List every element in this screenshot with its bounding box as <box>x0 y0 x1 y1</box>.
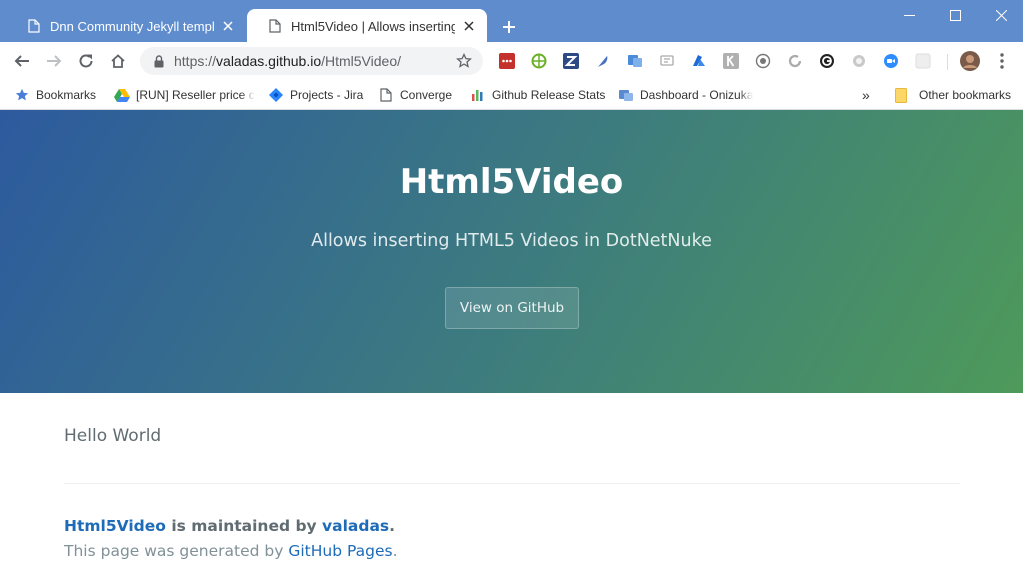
close-window-button[interactable] <box>978 0 1023 30</box>
back-button[interactable] <box>10 49 34 73</box>
bookmark-label: Bookmarks <box>36 88 97 102</box>
refresh-ext-icon[interactable] <box>786 52 804 70</box>
chevron-double-right-icon: » <box>862 87 870 103</box>
reader-icon[interactable] <box>658 52 676 70</box>
bookmark-label: Github Release Stats <box>492 88 606 102</box>
page-header: Html5Video Allows inserting HTML5 Videos… <box>0 110 1023 393</box>
back-arrow-icon <box>14 55 29 67</box>
url-path: /Html5Video/ <box>321 53 402 69</box>
page-icon <box>26 18 42 34</box>
azure-icon[interactable] <box>690 52 708 70</box>
drive-icon <box>114 87 130 103</box>
period: . <box>392 542 398 560</box>
url-host: valadas.github.io <box>216 53 322 69</box>
grammarly-icon[interactable] <box>818 52 836 70</box>
site-footer-credits: This page was generated by GitHub Pages. <box>64 542 398 560</box>
tab-title: Dnn Community Jekyll template <box>50 18 214 34</box>
home-icon <box>111 54 125 68</box>
bookmarks-bar: Bookmarks [RUN] Reseller price c Project… <box>0 80 1023 110</box>
toolbar: https://valadas.github.io/Html5Video/ <box>0 42 1023 80</box>
bookmarks-overflow-button[interactable]: » <box>862 85 870 105</box>
other-bookmarks[interactable]: Other bookmarks <box>893 85 1011 105</box>
tab-dnn-community[interactable]: Dnn Community Jekyll template <box>6 9 246 43</box>
green-globe-icon[interactable] <box>530 52 548 70</box>
k-icon[interactable] <box>722 52 740 70</box>
reload-button[interactable] <box>74 49 98 73</box>
address-bar[interactable]: https://valadas.github.io/Html5Video/ <box>140 47 483 75</box>
toolbar-divider <box>947 54 948 70</box>
footer-divider <box>64 483 960 484</box>
minimize-icon <box>903 14 915 16</box>
project-link[interactable]: Html5Video <box>64 517 166 535</box>
home-button[interactable] <box>106 49 130 73</box>
dashboard-icon <box>618 87 634 103</box>
reload-icon <box>79 54 93 68</box>
star-icon <box>14 87 30 103</box>
bookmark-label: Converge <box>400 88 453 102</box>
circle-ext-icon[interactable] <box>850 52 868 70</box>
zotero-icon[interactable] <box>562 52 580 70</box>
plus-icon <box>503 21 515 33</box>
tab-strip: Dnn Community Jekyll template Html5Video… <box>0 0 1023 43</box>
minimize-button[interactable] <box>886 0 932 30</box>
lock-icon[interactable] <box>152 53 166 69</box>
url-text[interactable]: https://valadas.github.io/Html5Video/ <box>174 53 455 69</box>
folder-icon <box>893 87 909 103</box>
tab-html5video[interactable]: Html5Video | Allows inserting HTML5 Vide… <box>247 9 487 43</box>
close-icon[interactable] <box>461 18 477 34</box>
project-tagline: Allows inserting HTML5 Videos in DotNetN… <box>311 231 712 251</box>
lastpass-icon[interactable] <box>498 52 516 70</box>
site-footer-owner: Html5Video is maintained by valadas. <box>64 517 395 535</box>
blank-ext-icon[interactable] <box>914 52 932 70</box>
bookmark-label: Projects - Jira <box>290 88 364 102</box>
bookmark-label: [RUN] Reseller price c <box>136 88 254 102</box>
bookmark-star-icon[interactable] <box>455 52 473 70</box>
bookmark-github-release-stats[interactable]: Github Release Stats <box>470 85 605 105</box>
zoom-icon[interactable] <box>882 52 900 70</box>
forward-button[interactable] <box>42 49 66 73</box>
bookmark-label: Dashboard - Onizuka <box>640 88 754 102</box>
page-icon <box>267 18 283 34</box>
owner-link[interactable]: valadas <box>322 517 389 535</box>
maximize-button[interactable] <box>932 0 978 30</box>
new-tab-button[interactable] <box>498 16 520 38</box>
generated-by-text: This page was generated by <box>64 542 289 560</box>
page-icon <box>378 87 394 103</box>
url-scheme: https:// <box>174 53 217 69</box>
bookmark-projects-jira[interactable]: Projects - Jira <box>268 85 363 105</box>
translate-icon[interactable] <box>626 52 644 70</box>
maximize-icon <box>949 9 961 21</box>
maintained-by-text: is maintained by <box>165 517 323 535</box>
jira-icon <box>268 87 284 103</box>
avatar[interactable] <box>960 51 980 71</box>
tab-title: Html5Video | Allows inserting HTML5 Vide… <box>291 18 455 34</box>
bar-chart-icon <box>470 87 486 103</box>
eye-icon[interactable] <box>754 52 772 70</box>
feather-icon[interactable] <box>594 52 612 70</box>
bookmark-dashboard-onizuka[interactable]: Dashboard - Onizuka <box>618 85 754 105</box>
view-on-github-button[interactable]: View on GitHub <box>445 287 579 329</box>
period: . <box>389 517 396 535</box>
bookmark-label: Other bookmarks <box>919 88 1012 102</box>
bookmark-converge[interactable]: Converge <box>378 85 452 105</box>
bookmark-reseller-price[interactable]: [RUN] Reseller price c <box>114 85 254 105</box>
close-icon <box>995 9 1007 21</box>
forward-arrow-icon <box>47 55 62 67</box>
main-heading: Hello World <box>64 426 162 446</box>
project-name: Html5Video <box>399 162 624 202</box>
bookmark-bookmarks[interactable]: Bookmarks <box>14 85 96 105</box>
close-icon[interactable] <box>220 18 236 34</box>
github-pages-link[interactable]: GitHub Pages <box>288 542 392 560</box>
kebab-menu-icon[interactable] <box>993 52 1011 70</box>
